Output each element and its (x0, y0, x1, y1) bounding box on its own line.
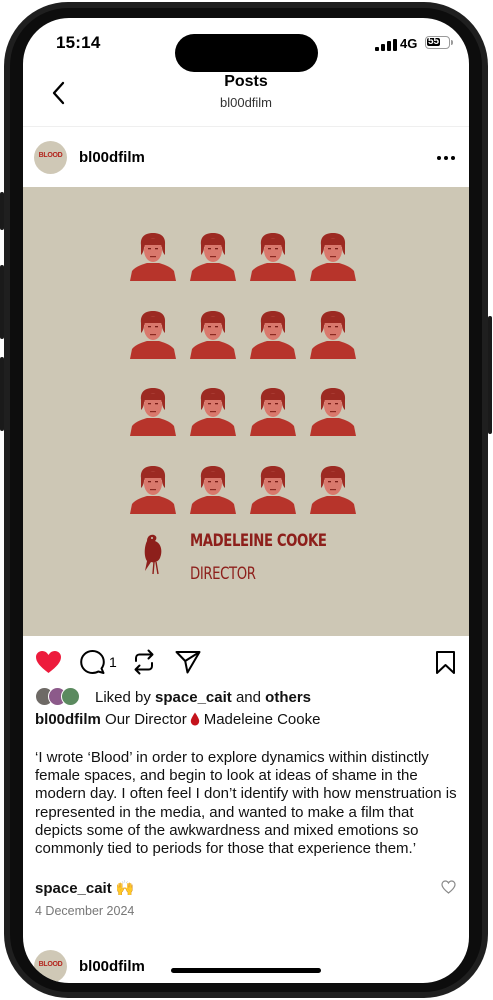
share-icon[interactable] (175, 650, 201, 674)
portrait (190, 466, 236, 514)
header-divider (23, 126, 469, 127)
comment-text: 🙌 (115, 880, 135, 897)
battery-tip (451, 40, 453, 45)
repost-icon[interactable] (131, 649, 157, 675)
portrait (190, 388, 236, 436)
page-title: Posts (224, 73, 268, 90)
post-actions: 1 (23, 649, 469, 677)
portrait (130, 466, 176, 514)
likes-row[interactable]: Liked by space_cait and others (35, 687, 465, 709)
next-post-avatar[interactable]: BLOOD (34, 950, 67, 983)
battery-level: 55 (427, 36, 440, 47)
home-indicator (171, 968, 321, 973)
portrait (310, 466, 356, 514)
portrait (310, 311, 356, 359)
portrait (310, 388, 356, 436)
bird-icon (144, 534, 162, 575)
next-avatar-label: BLOOD (38, 961, 63, 968)
portrait (130, 311, 176, 359)
portrait (130, 233, 176, 281)
comment-count: 1 (109, 654, 117, 670)
credit-name: MADELEINE COOKE (190, 531, 327, 551)
power-button (488, 316, 492, 434)
silent-switch (0, 192, 4, 230)
signal-icon (375, 39, 397, 51)
portrait (130, 388, 176, 436)
portrait (190, 311, 236, 359)
volume-up-button (0, 265, 4, 339)
avatar-label: BLOOD (38, 152, 63, 159)
credit-role: DIRECTOR (190, 564, 256, 584)
portrait (250, 311, 296, 359)
portrait (310, 233, 356, 281)
avatar[interactable]: BLOOD (34, 141, 67, 174)
comment-username[interactable]: space_cait (35, 880, 112, 897)
volume-down-button (0, 357, 4, 431)
more-icon[interactable] (437, 156, 457, 161)
portrait (190, 233, 236, 281)
top-comment: space_cait 🙌 (35, 879, 135, 897)
blood-drop-icon (190, 712, 199, 726)
liked-by-text[interactable]: Liked by space_cait and others (95, 689, 311, 706)
network-label: 4G (400, 36, 418, 51)
post-username[interactable]: bl00dfilm (79, 149, 145, 166)
dynamic-island (175, 34, 318, 72)
caption-username[interactable]: bl00dfilm (35, 711, 101, 728)
small-heart-icon[interactable] (441, 880, 456, 894)
screen: 15:14 4G 55 Posts bl00dfilm BLOOD bl00df… (23, 18, 469, 983)
comment-icon[interactable] (80, 650, 105, 675)
battery-icon: 55 (425, 36, 450, 49)
status-time: 15:14 (56, 33, 101, 52)
portrait (250, 233, 296, 281)
liker-avatar (61, 687, 80, 706)
portrait (250, 466, 296, 514)
caption-quote: ‘I wrote ‘Blood’ in order to explore dyn… (35, 749, 457, 858)
page-subtitle: bl00dfilm (219, 95, 273, 110)
caption: bl00dfilm Our Director Madeleine Cooke (35, 711, 321, 728)
post-date: 4 December 2024 (35, 904, 135, 918)
bookmark-icon[interactable] (435, 650, 456, 675)
next-post-username[interactable]: bl00dfilm (79, 958, 145, 975)
heart-icon[interactable] (35, 650, 62, 674)
post-image[interactable]: MADELEINE COOKE DIRECTOR (23, 187, 469, 636)
portrait (250, 388, 296, 436)
